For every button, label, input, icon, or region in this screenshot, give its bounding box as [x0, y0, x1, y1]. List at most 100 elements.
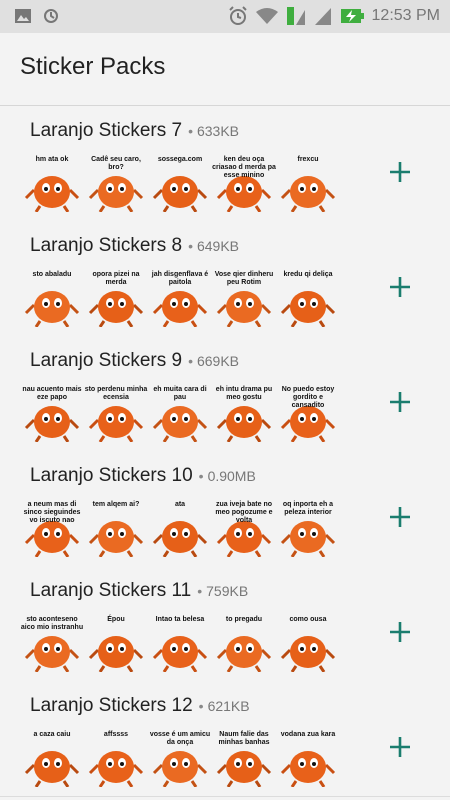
orange-character-icon [88, 751, 144, 787]
plus-icon [390, 392, 410, 412]
sticker-caption: vosse é um amicu da onça [149, 731, 211, 746]
sticker-thumbnail: opora pizei na merda [88, 271, 144, 327]
sticker-thumbnail: Vose qier dinheru peu Rotim [215, 271, 273, 327]
clock: 12:53 PM [371, 7, 440, 24]
sticker-pack-row[interactable]: Laranjo Stickers 7 • 633KB hm ata ok Cadê se… [0, 106, 450, 222]
add-pack-button[interactable] [380, 612, 420, 652]
sticker-pack-row[interactable]: Laranjo Stickers 9 • 669KB nau acuento mais… [0, 336, 450, 452]
data-signal-icon [286, 7, 305, 25]
wifi-icon [255, 8, 278, 24]
sticker-thumbnail: jah disgenflava é paitola [152, 271, 208, 327]
sticker-preview-strip: a neum mas di sinco sieguindes vo iscuto… [24, 501, 336, 557]
sticker-preview-strip: hm ata ok Cadê seu caro, bro? sossega.com k… [24, 156, 336, 212]
sticker-thumbnail: sto aconteseno aico mio instranhu [21, 616, 83, 672]
pack-size: 0.90MB [207, 468, 256, 484]
orange-character-icon [24, 751, 80, 787]
pack-header: Laranjo Stickers 7 • 633KB [30, 120, 239, 142]
status-bar: 12:53 PM [0, 0, 450, 33]
sticker-caption: nau acuento mais eze papo [22, 386, 82, 401]
pack-header: Laranjo Stickers 9 • 669KB [30, 350, 239, 372]
sticker-caption: Intao ta belesa [155, 616, 205, 623]
sticker-caption: opora pizei na merda [92, 271, 140, 286]
pack-header: Laranjo Stickers 11 • 759KB [30, 580, 248, 602]
page-title: Sticker Packs [20, 53, 166, 80]
pack-size: 633KB [196, 123, 240, 139]
sticker-thumbnail: sossega.com [152, 156, 208, 212]
sticker-caption: ata [174, 501, 186, 508]
orange-character-icon [280, 176, 336, 212]
sticker-thumbnail: eh muita cara di pau [152, 386, 208, 442]
orange-character-icon [152, 176, 208, 212]
plus-icon [390, 162, 410, 182]
sticker-thumbnail: nau acuento mais eze papo [22, 386, 82, 442]
sticker-thumbnail: frexcu [280, 156, 336, 212]
add-pack-button[interactable] [380, 497, 420, 537]
sticker-thumbnail: No puedo estoy gordito e cansadito [280, 386, 336, 442]
gallery-notification-icon [15, 9, 31, 23]
sticker-caption: oq inporta eh a peleza interior [282, 501, 334, 516]
sticker-caption: sto perdenu minha ecensia [84, 386, 148, 401]
pack-name: Laranjo Stickers 11 [30, 580, 192, 601]
sticker-preview-strip: nau acuento mais eze papo sto perdenu min… [22, 386, 336, 442]
sticker-caption: Cadê seu caro, bro? [91, 156, 141, 171]
pack-name: Laranjo Stickers 10 [30, 465, 193, 486]
separator-dot: • [188, 353, 193, 369]
pack-name: Laranjo Stickers 8 [30, 235, 183, 256]
sticker-thumbnail: affssss [88, 731, 144, 787]
pack-size: 621KB [207, 698, 250, 714]
sticker-caption: Naum falie das minhas banhas [218, 731, 270, 746]
sticker-caption: a caza caiu [33, 731, 71, 738]
add-pack-button[interactable] [380, 267, 420, 307]
add-pack-button[interactable] [380, 152, 420, 192]
sticker-thumbnail: eh intu drama pu meo gostu [216, 386, 272, 442]
sticker-caption: to pregadu [225, 616, 263, 623]
separator-dot: • [197, 583, 203, 599]
sticker-caption: sto abaladu [32, 271, 72, 278]
sticker-caption: Épou [107, 616, 125, 623]
orange-character-icon [152, 521, 208, 557]
orange-character-icon [24, 291, 80, 327]
sticker-thumbnail: to pregadu [216, 616, 272, 672]
orange-character-icon [280, 751, 336, 787]
status-right-icons: 12:53 PM [228, 6, 440, 26]
sticker-thumbnail: hm ata ok [24, 156, 80, 212]
sticker-caption: vodana zua kara [280, 731, 336, 738]
pack-size: 759KB [206, 583, 249, 599]
sticker-thumbnail: zua iveja bate no meo pogozume e volta [215, 501, 273, 557]
sticker-caption: eh intu drama pu meo gostu [215, 386, 273, 401]
pack-name: Laranjo Stickers 9 [30, 350, 183, 371]
sticker-thumbnail: kredu qi deliça [280, 271, 336, 327]
sticker-pack-row[interactable]: Laranjo Stickers 8 • 649KB sto abaladu opora… [0, 221, 450, 337]
orange-character-icon [280, 291, 336, 327]
sticker-thumbnail: Intao ta belesa [152, 616, 208, 672]
sticker-caption: eh muita cara di pau [153, 386, 207, 401]
separator-dot: • [188, 238, 193, 254]
pack-name: Laranjo Stickers 12 [30, 695, 193, 716]
pack-header: Laranjo Stickers 8 • 649KB [30, 235, 239, 257]
pack-size: 669KB [196, 353, 240, 369]
sticker-thumbnail: ata [152, 501, 208, 557]
orange-character-icon [88, 636, 144, 672]
sticker-caption: ken deu oça criasao d merda pa esse mini… [212, 156, 276, 179]
orange-character-icon [280, 636, 336, 672]
sticker-preview-strip: a caza caiu affssss vosse é um amicu da on… [24, 731, 336, 787]
sticker-pack-row[interactable]: Laranjo Stickers 11 • 759KB sto aconteseno … [0, 566, 450, 682]
sticker-pack-row[interactable]: Laranjo Stickers 10 • 0.90MB a neum mas di … [0, 451, 450, 567]
cell-signal-icon [314, 8, 331, 25]
sticker-caption: affssss [103, 731, 129, 738]
app-bar: Sticker Packs [0, 33, 450, 106]
battery-charging-icon [340, 9, 364, 23]
sticker-caption: frexcu [297, 156, 319, 163]
sticker-caption: tem alqem ai? [92, 501, 140, 508]
sticker-caption: zua iveja bate no meo pogozume e volta [215, 501, 273, 524]
add-pack-button[interactable] [380, 382, 420, 422]
sticker-thumbnail: vosse é um amicu da onça [150, 731, 210, 787]
sticker-caption: sto aconteseno aico mio instranhu [20, 616, 84, 631]
sticker-thumbnail: como ousa [280, 616, 336, 672]
sticker-caption: como ousa [289, 616, 327, 623]
add-pack-button[interactable] [380, 727, 420, 767]
sticker-thumbnail: ken deu oça criasao d merda pa esse mini… [212, 156, 276, 212]
pack-name: Laranjo Stickers 7 [30, 120, 183, 141]
sticker-pack-row[interactable]: Laranjo Stickers 12 • 621KB a caza caiu affs… [0, 681, 450, 797]
sticker-preview-strip: sto aconteseno aico mio instranhu Épou Int… [21, 616, 336, 672]
